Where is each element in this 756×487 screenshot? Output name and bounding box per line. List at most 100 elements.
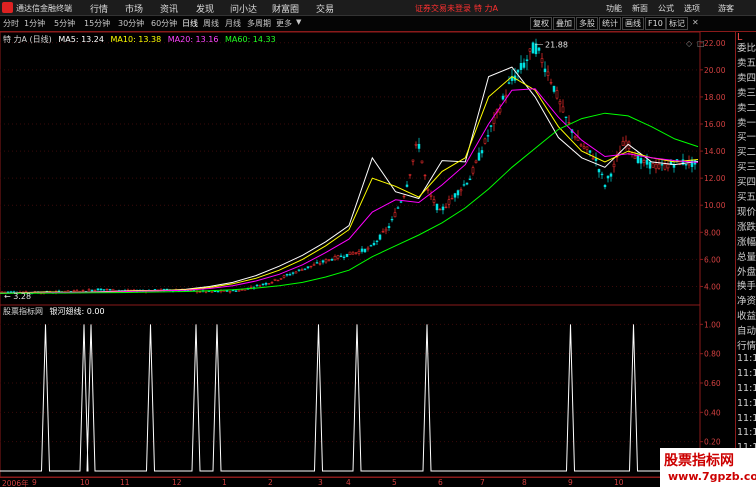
candle-body [300, 269, 304, 272]
f10-button[interactable]: F10 [645, 17, 666, 30]
candle-body [309, 265, 313, 268]
menu-item-discover[interactable]: 发现 [196, 2, 214, 15]
period-more[interactable]: 更多 [276, 18, 292, 29]
multi-stock-button[interactable]: 多股 [576, 17, 598, 30]
overlay-button[interactable]: 叠加 [553, 17, 575, 30]
candle-body [360, 248, 364, 252]
period-daily[interactable]: 日线 [182, 18, 198, 29]
candle-body [546, 71, 550, 76]
indicator-legend: 股票指标网 银河翅线: 0.00 [3, 306, 109, 317]
menu-item-guest[interactable]: 游客 [718, 3, 734, 14]
menu-bar: 通达信金融终端 行情 市场 资讯 发现 问小达 财富圈 交易 证券交易未登录 特… [0, 0, 756, 16]
candle-body [690, 159, 694, 167]
app-title: 通达信金融终端 [16, 4, 72, 13]
x-tick-label: 10 [614, 478, 624, 487]
quote-field-label: 外盘 [737, 266, 756, 278]
y-tick-label: 1.00 [704, 320, 721, 329]
candle-body [654, 163, 658, 170]
period-1min[interactable]: 1分钟 [24, 18, 45, 29]
menu-item-formula[interactable]: 公式 [658, 3, 674, 14]
indicator-chart[interactable]: 1.00 0.80 0.60 0.40 0.20 [0, 305, 735, 477]
candle-body [648, 161, 652, 169]
stats-button[interactable]: 统计 [599, 17, 621, 30]
period-5min[interactable]: 5分钟 [54, 18, 75, 29]
stock-tab[interactable]: 特 力A [474, 3, 498, 14]
period-timeshare[interactable]: 分时 [3, 18, 19, 29]
menu-item-wealth[interactable]: 财富圈 [272, 2, 299, 15]
candle-body [639, 158, 643, 164]
candle-body [657, 163, 661, 169]
candle-body [417, 143, 421, 149]
quote-field-label: 买四 [737, 177, 756, 189]
period-weekly[interactable]: 周线 [203, 18, 219, 29]
candlestick-chart[interactable]: 22.00 20.00 18.00 16.00 14.00 12.00 10.00 8.00 6… [0, 32, 735, 305]
candle-body [258, 285, 262, 287]
collapse-icon[interactable]: ◇ [686, 39, 693, 48]
menu-item-function[interactable]: 功能 [606, 3, 622, 14]
ma60-label: MA60: 14.33 [225, 35, 276, 44]
draw-button[interactable]: 画线 [622, 17, 644, 30]
period-30min[interactable]: 30分钟 [118, 18, 144, 29]
watermark-url: www.7gpzb.com [668, 470, 756, 483]
period-60min[interactable]: 60分钟 [151, 18, 177, 29]
candle-body [522, 62, 526, 68]
candle-body [600, 173, 604, 176]
login-status[interactable]: 证券交易未登录 [415, 3, 471, 14]
candle-body [684, 164, 688, 166]
menu-item-market[interactable]: 行情 [90, 2, 108, 15]
y-tick-label: 20.00 [704, 66, 726, 75]
candle-body [432, 199, 436, 203]
period-monthly[interactable]: 月线 [225, 18, 241, 29]
candle-body [675, 159, 679, 161]
x-tick-label: 12 [172, 478, 182, 487]
quote-field-label: 涨幅 [737, 236, 756, 248]
high-label: 21.88 [545, 40, 568, 49]
candle-body [96, 288, 100, 291]
candle-body [447, 199, 451, 205]
candle-body [261, 283, 265, 286]
menu-item-ask[interactable]: 问小达 [230, 2, 257, 15]
y-tick-label: 0.40 [704, 408, 721, 417]
period-multi[interactable]: 多周期 [247, 18, 271, 29]
candle-body [438, 208, 442, 211]
candle-body [234, 290, 238, 292]
menu-item-markets[interactable]: 市场 [125, 2, 143, 15]
x-tick-label: 1 [222, 478, 227, 487]
menu-item-options[interactable]: 选项 [684, 3, 700, 14]
quote-field-label: 买五 [737, 192, 756, 203]
x-tick-label: 7 [480, 478, 485, 487]
candle-body [324, 259, 328, 263]
chevron-down-icon[interactable]: ▼ [296, 18, 301, 26]
main-chart-legend: 特 力A (日线) MA5: 13.24 MA10: 13.38 MA20: 1… [3, 34, 280, 45]
candle-body [636, 155, 640, 163]
expand-icon[interactable]: □ [697, 39, 705, 48]
candle-body [342, 256, 346, 259]
ma10-label: MA10: 13.38 [110, 35, 162, 44]
period-15min[interactable]: 15分钟 [84, 18, 110, 29]
y-tick-label: 10.00 [704, 201, 726, 210]
candle-body [489, 125, 493, 127]
menu-item-new[interactable]: 新面 [632, 3, 648, 14]
mark-button[interactable]: 标记 [666, 17, 688, 30]
candle-body [558, 101, 562, 105]
menu-item-trade[interactable]: 交易 [316, 2, 334, 15]
menu-item-news[interactable]: 资讯 [160, 2, 178, 15]
adjust-button[interactable]: 复权 [530, 17, 552, 30]
candle-body [210, 291, 214, 293]
quote-field-label: 自动 [737, 326, 756, 338]
candle-body [111, 288, 115, 292]
y-tick-label: 12.00 [704, 174, 726, 183]
candle-body [249, 286, 253, 289]
candle-body [402, 195, 406, 198]
candle-body [330, 259, 334, 261]
close-icon[interactable]: ✕ [690, 17, 701, 30]
candle-body [204, 291, 208, 293]
quote-field-label: 涨跌 [737, 221, 756, 233]
candle-body [456, 190, 460, 196]
candle-body [411, 159, 415, 162]
x-tick-label: 5 [392, 478, 397, 487]
candle-body [372, 242, 376, 246]
candle-body [348, 251, 352, 256]
candle-body [165, 288, 169, 291]
candle-body [303, 268, 307, 270]
